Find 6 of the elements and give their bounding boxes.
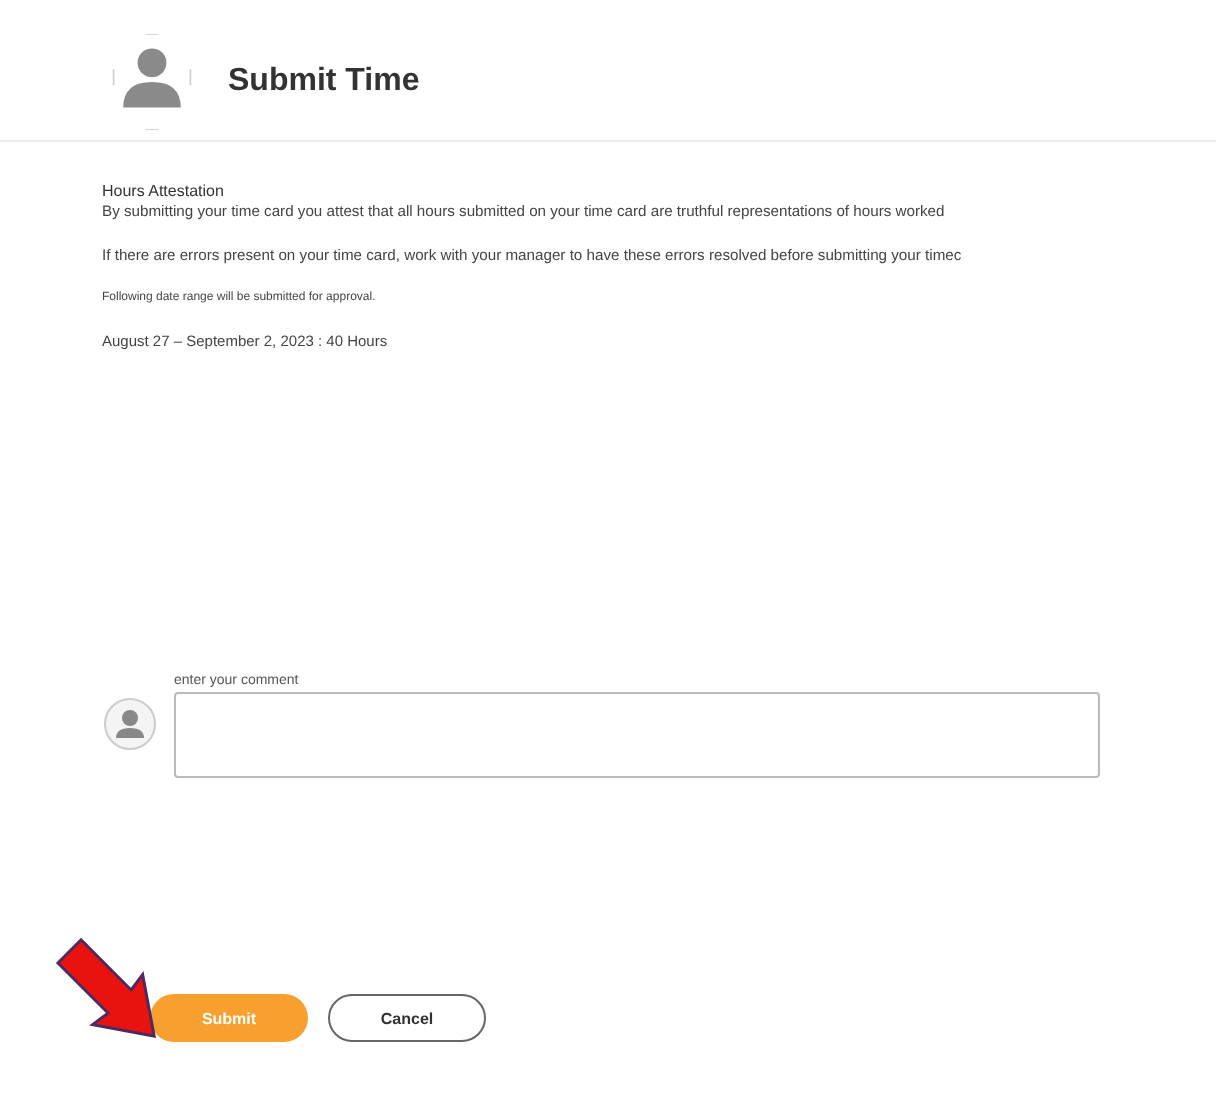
pointer-arrow — [54, 936, 162, 1040]
user-avatar-icon — [104, 698, 156, 750]
comment-field[interactable] — [174, 692, 1100, 778]
page-title: Submit Time — [228, 64, 420, 100]
section-heading: Hours Attestation — [102, 182, 226, 200]
cancel-button[interactable]: Cancel — [328, 994, 486, 1042]
